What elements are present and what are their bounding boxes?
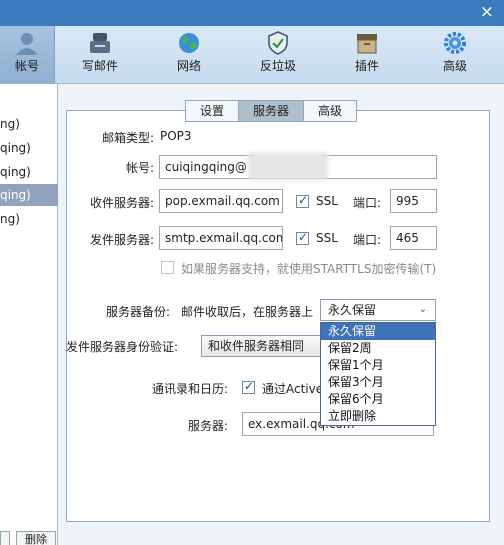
dropdown-option-1-month[interactable]: 保留1个月 [321,357,435,374]
server-backup-selected: 永久保留 [328,303,377,317]
account-value: cuiqingqing@ [165,160,247,174]
incoming-port-label: 端口: [353,196,382,210]
dropdown-option-6-months[interactable]: 保留6个月 [321,391,435,408]
server-backup-select[interactable]: 永久保留 ⌄ [320,299,436,321]
shield-icon [268,31,288,55]
toolbar: 帐号 写邮件 网络 反垃圾 插件 高级 [0,26,504,84]
toolbar-account-label: 帐号 [14,59,39,73]
toolbar-compose-label: 写邮件 [81,59,118,73]
incoming-port-field[interactable]: 995 [390,189,437,213]
outgoing-auth-label: 发件服务器身份验证: [66,340,179,354]
toolbar-network-label: 网络 [176,59,201,73]
mailbox-type-value: POP3 [160,129,192,143]
toolbar-advanced-button[interactable]: 高级 [428,26,482,83]
delete-account-button[interactable]: 删除 [16,531,56,545]
account-item-selected[interactable]: qing) [0,184,58,206]
outgoing-auth-select[interactable]: 和收件服务器相同 [201,335,321,357]
account-list: ng) qing) qing) qing) ng) [0,84,58,545]
outgoing-server-label: 发件服务器: [89,233,154,247]
outgoing-port-label: 端口: [353,233,382,247]
tab-server[interactable]: 服务器 [238,100,305,122]
account-item[interactable]: qing) [0,161,58,183]
account-item[interactable]: qing) [0,137,58,159]
toolbar-antispam-button[interactable]: 反垃圾 [250,26,306,83]
incoming-ssl-label: SSL [316,194,338,208]
close-icon[interactable]: × [480,2,494,22]
plugin-icon [357,34,377,54]
toolbar-compose-button[interactable]: 写邮件 [72,26,128,83]
tab-bar: 设置 服务器 高级 [185,100,358,122]
toolbar-plugin-label: 插件 [354,59,379,73]
account-item[interactable]: ng) [0,113,58,135]
activesync-checkbox[interactable] [242,379,255,394]
contacts-calendar-label: 通讯录和日历: [151,382,228,396]
mailbox-type-label: 邮箱类型: [101,131,154,145]
compose-icon [90,33,110,53]
tab-settings[interactable]: 设置 [185,100,240,122]
toolbar-advanced-label: 高级 [442,59,467,73]
chevron-down-icon: ⌄ [418,304,427,315]
server-label: 服务器: [187,419,228,433]
dropdown-option-3-months[interactable]: 保留3个月 [321,374,435,391]
incoming-server-field[interactable]: pop.exmail.qq.com [159,189,283,213]
outgoing-ssl-checkbox[interactable] [296,230,309,245]
outgoing-auth-value: 和收件服务器相同 [208,339,305,353]
account-label: 帐号: [125,161,154,175]
toolbar-plugin-button[interactable]: 插件 [340,26,394,83]
outgoing-port-value: 465 [396,231,419,245]
outgoing-server-value: smtp.exmail.qq.com [165,231,283,245]
tab-advanced[interactable]: 高级 [303,100,358,122]
dropdown-option-keep-forever[interactable]: 永久保留 [321,323,435,340]
incoming-port-value: 995 [396,194,419,208]
dropdown-option-delete-now[interactable]: 立即删除 [321,408,435,425]
server-backup-label: 服务器备份: [105,305,170,319]
user-icon [16,33,38,55]
toolbar-account-button[interactable]: 帐号 [0,26,55,83]
outgoing-server-field[interactable]: smtp.exmail.qq.com [159,226,283,250]
globe-icon [179,33,199,53]
redacted-area [248,152,328,180]
activesync-label: 通过Active [262,382,324,396]
account-item[interactable]: ng) [0,208,58,230]
outgoing-ssl-label: SSL [316,231,338,245]
dropdown-option-2-weeks[interactable]: 保留2周 [321,340,435,357]
gear-icon [444,32,466,54]
toolbar-network-button[interactable]: 网络 [162,26,216,83]
incoming-server-value: pop.exmail.qq.com [165,194,280,208]
title-bar: × [0,0,504,26]
toolbar-antispam-label: 反垃圾 [259,59,296,73]
incoming-server-label: 收件服务器: [89,196,154,210]
server-backup-desc: 邮件收取后，在服务器上 [181,305,314,319]
outgoing-port-field[interactable]: 465 [390,226,437,250]
starttls-label: 如果服务器支持，就使用STARTTLS加密传输(T) [181,262,437,276]
incoming-ssl-checkbox[interactable] [296,193,309,208]
server-backup-dropdown: 永久保留 保留2周 保留1个月 保留3个月 保留6个月 立即删除 [320,322,436,426]
add-account-button[interactable] [0,531,10,545]
starttls-checkbox[interactable] [161,261,174,274]
